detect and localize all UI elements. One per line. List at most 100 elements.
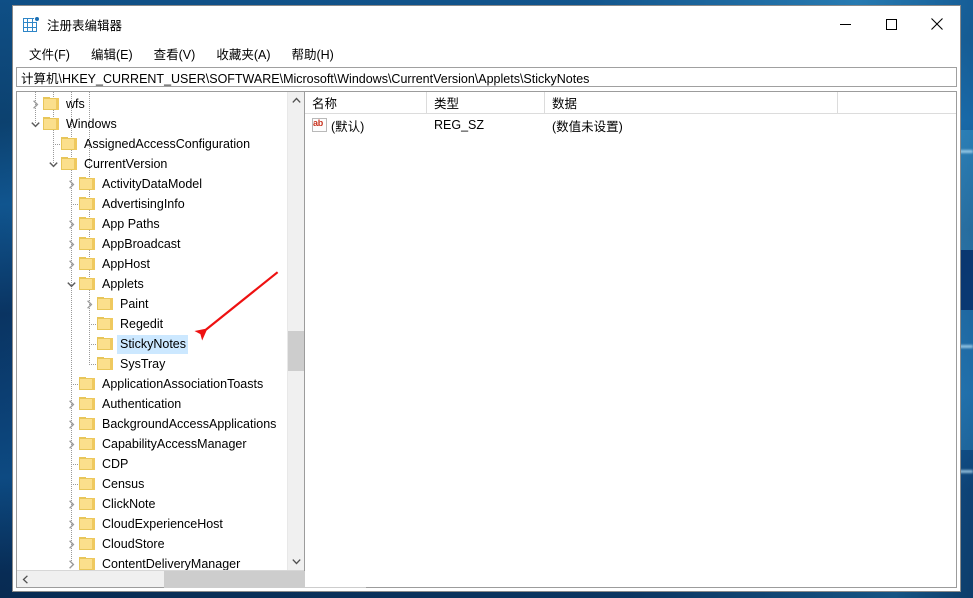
tree-item-label: ClickNote <box>102 496 156 511</box>
column-header-data[interactable]: 数据 <box>545 92 838 113</box>
folder-icon <box>79 437 95 451</box>
registry-key-tree[interactable]: wfs Windows AssignedAccessConfiguration Cur… <box>17 92 287 570</box>
tree-item-label: BackgroundAccessApplications <box>102 416 277 431</box>
folder-icon <box>79 457 95 471</box>
tree-item[interactable]: AppHost <box>17 254 287 274</box>
folder-icon <box>43 97 59 111</box>
tree-item[interactable]: AppBroadcast <box>17 234 287 254</box>
tree-item-label: Regedit <box>120 316 164 331</box>
tree-item-label: Census <box>102 476 145 491</box>
registry-values-pane: 名称 类型 数据 ab (默认) REG_SZ (数值未设置) <box>305 92 956 587</box>
tree-item[interactable]: CapabilityAccessManager <box>17 434 287 454</box>
folder-icon <box>79 557 95 570</box>
close-button[interactable] <box>914 6 960 42</box>
scroll-left-icon[interactable] <box>17 571 34 588</box>
folder-icon <box>79 537 95 551</box>
tree-item-label: CurrentVersion <box>84 156 168 171</box>
menu-item-view[interactable]: 查看(V) <box>152 43 198 64</box>
chevron-right-icon[interactable] <box>63 256 79 272</box>
chevron-right-icon[interactable] <box>63 396 79 412</box>
tree-item-label: StickyNotes <box>117 334 188 354</box>
tree-item[interactable]: ActivityDataModel <box>17 174 287 194</box>
tree-item[interactable]: CurrentVersion <box>17 154 287 174</box>
column-header-name[interactable]: 名称 <box>305 92 427 113</box>
chevron-right-icon[interactable] <box>63 216 79 232</box>
tree-item-label: SysTray <box>120 356 166 371</box>
chevron-right-icon[interactable] <box>63 536 79 552</box>
tree-scroll-track[interactable] <box>288 109 304 553</box>
folder-icon <box>79 257 95 271</box>
column-header-type[interactable]: 类型 <box>427 92 545 113</box>
values-list[interactable]: ab (默认) REG_SZ (数值未设置) <box>305 114 956 587</box>
folder-icon <box>79 397 95 411</box>
folder-icon <box>97 357 113 371</box>
menu-item-edit[interactable]: 编辑(E) <box>89 43 135 64</box>
chevron-right-icon[interactable] <box>27 96 43 112</box>
tree-item[interactable]: ContentDeliveryManager <box>17 554 287 570</box>
minimize-button[interactable] <box>822 6 868 42</box>
tree-item-label: CDP <box>102 456 129 471</box>
tree-item[interactable]: AssignedAccessConfiguration <box>17 134 287 154</box>
tree-scroll-thumb[interactable] <box>288 331 304 371</box>
string-value-icon: ab <box>312 118 327 132</box>
tree-item[interactable]: ApplicationAssociationToasts <box>17 374 287 394</box>
address-bar[interactable]: 计算机\HKEY_CURRENT_USER\SOFTWARE\Microsoft… <box>16 67 957 87</box>
tree-item[interactable]: Applets <box>17 274 287 294</box>
tree-item-label: ApplicationAssociationToasts <box>102 376 264 391</box>
chevron-right-icon[interactable] <box>63 416 79 432</box>
folder-icon <box>61 157 77 171</box>
chevron-right-icon[interactable] <box>63 556 79 570</box>
tree-item-label: ActivityDataModel <box>102 176 203 191</box>
tree-item[interactable]: App Paths <box>17 214 287 234</box>
value-name-text: (默认) <box>331 119 365 134</box>
address-path-text: 计算机\HKEY_CURRENT_USER\SOFTWARE\Microsoft… <box>21 71 590 86</box>
chevron-right-icon[interactable] <box>63 236 79 252</box>
chevron-right-icon[interactable] <box>63 496 79 512</box>
tree-item[interactable]: Census <box>17 474 287 494</box>
menu-item-help[interactable]: 帮助(H) <box>289 43 335 64</box>
menu-item-file[interactable]: 文件(F) <box>27 43 72 64</box>
tree-horizontal-scrollbar[interactable] <box>17 570 366 588</box>
tree-item[interactable]: Windows <box>17 114 287 134</box>
folder-icon <box>79 377 95 391</box>
registry-editor-window: 注册表编辑器 文件(F) 编辑(E) 查看(V) 收藏夹(A) 帮助(H) 计算… <box>12 5 961 592</box>
tree-item[interactable]: ClickNote <box>17 494 287 514</box>
value-type-cell: REG_SZ <box>434 118 485 132</box>
menu-item-favorites[interactable]: 收藏夹(A) <box>214 43 272 64</box>
tree-item[interactable]: wfs <box>17 94 287 114</box>
chevron-right-icon[interactable] <box>63 436 79 452</box>
folder-icon <box>97 337 113 351</box>
tree-item[interactable]: Regedit <box>17 314 287 334</box>
tree-item[interactable]: CloudStore <box>17 534 287 554</box>
tree-item[interactable]: SysTray <box>17 354 287 374</box>
folder-icon <box>79 277 95 291</box>
title-bar[interactable]: 注册表编辑器 <box>13 6 960 42</box>
tree-item[interactable]: BackgroundAccessApplications <box>17 414 287 434</box>
chevron-right-icon[interactable] <box>63 176 79 192</box>
menu-bar: 文件(F) 编辑(E) 查看(V) 收藏夹(A) 帮助(H) <box>13 42 960 64</box>
chevron-down-icon[interactable] <box>27 116 43 132</box>
tree-item-label: wfs <box>66 96 85 111</box>
tree-item[interactable]: CloudExperienceHost <box>17 514 287 534</box>
chevron-down-icon[interactable] <box>63 276 79 292</box>
tree-vertical-scrollbar[interactable] <box>287 92 304 570</box>
folder-icon <box>79 237 95 251</box>
chevron-right-icon[interactable] <box>63 516 79 532</box>
tree-item[interactable]: StickyNotes <box>17 334 287 354</box>
chevron-right-icon[interactable] <box>81 296 97 312</box>
tree-item[interactable]: Paint <box>17 294 287 314</box>
tree-item[interactable]: Authentication <box>17 394 287 414</box>
tree-item[interactable]: AdvertisingInfo <box>17 194 287 214</box>
folder-icon <box>97 297 113 311</box>
value-row[interactable]: ab (默认) REG_SZ (数值未设置) <box>305 114 956 136</box>
registry-key-tree-pane: wfs Windows AssignedAccessConfiguration Cur… <box>17 92 366 588</box>
maximize-button[interactable] <box>868 6 914 42</box>
folder-icon <box>61 137 77 151</box>
chevron-down-icon[interactable] <box>45 156 61 172</box>
tree-item-label: AssignedAccessConfiguration <box>84 136 251 151</box>
tree-item[interactable]: CDP <box>17 454 287 474</box>
scroll-down-icon[interactable] <box>288 553 304 570</box>
tree-hscroll-track[interactable] <box>34 570 366 588</box>
scroll-up-icon[interactable] <box>288 92 304 109</box>
folder-icon <box>43 117 59 131</box>
